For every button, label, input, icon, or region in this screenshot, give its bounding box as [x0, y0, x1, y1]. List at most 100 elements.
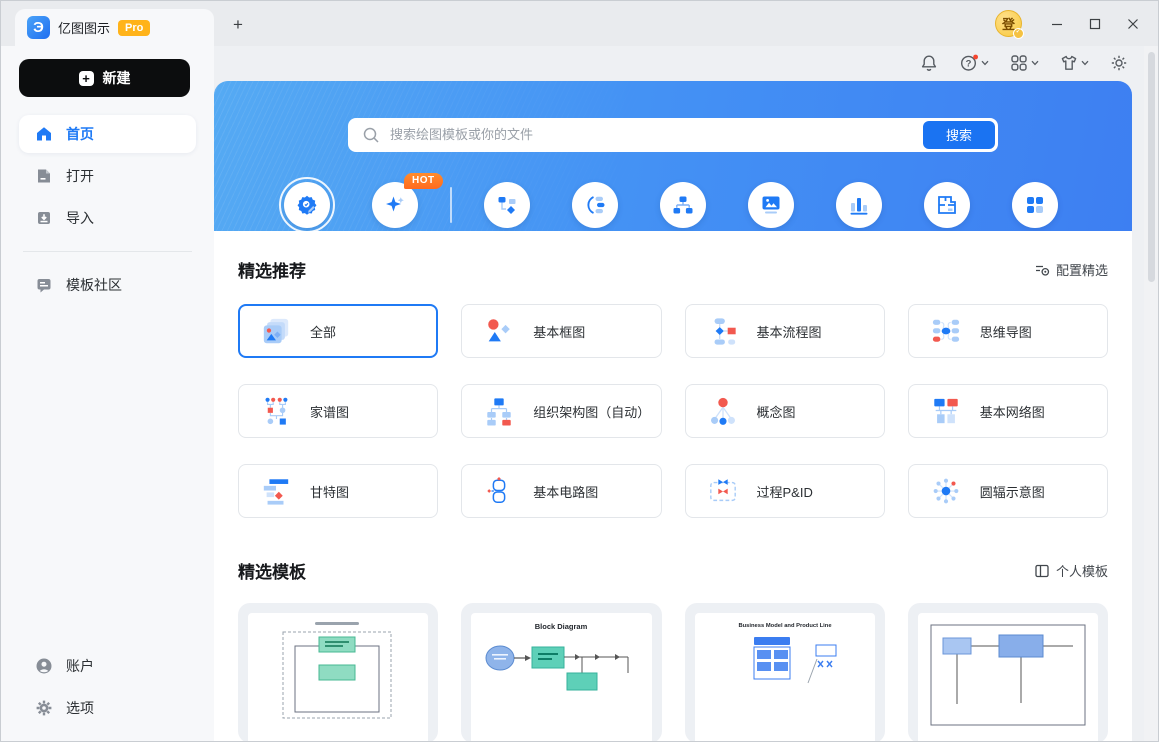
template-preview-thumbnail: Business Model and Product Line — [695, 613, 875, 742]
main-area: ? 搜索 精选推荐HOT亿图AI流程图思维导图架构图常用图示图表房屋平面图更多 … — [214, 46, 1158, 742]
template-type-card[interactable]: 组织架构图（自动） — [461, 384, 661, 438]
featured-cards: 全部 基本框图 基本流程图思维导图家谱图 组织架构图（自动） 概念图基本网络图甘特图基本… — [238, 304, 1108, 518]
new-document-button[interactable]: + 新建 — [19, 59, 190, 97]
personal-templates-label: 个人模板 — [1056, 561, 1108, 580]
category-circle — [748, 182, 794, 228]
close-button[interactable] — [1118, 9, 1148, 39]
scrollbar[interactable] — [1144, 46, 1158, 742]
template-previews: Block Diagram Business Model and Product … — [238, 603, 1108, 742]
template-preview[interactable] — [908, 603, 1108, 742]
help-button[interactable]: ? — [954, 49, 994, 77]
floorplan-icon — [936, 194, 958, 216]
category-ai[interactable]: HOT亿图AI — [357, 182, 433, 231]
category-circle: HOT — [372, 182, 418, 228]
titlebar: Э 亿图图示 Pro + 登 — [1, 1, 1158, 46]
new-tab-button[interactable]: + — [227, 14, 249, 36]
options-gear-icon — [35, 699, 53, 717]
search-input[interactable] — [348, 118, 998, 152]
template-type-card[interactable]: 基本网络图 — [908, 384, 1108, 438]
theme-button[interactable] — [1054, 49, 1094, 77]
sidebar-item-account[interactable]: 账户 — [19, 647, 196, 685]
featured-title: 精选推荐 — [238, 257, 306, 282]
category-chart[interactable]: 图表 — [821, 182, 897, 231]
template-type-card[interactable]: 家谱图 — [238, 384, 438, 438]
sidebar-nav: 首页打开导入模板社区 — [19, 115, 196, 304]
orgchart-icon — [672, 194, 694, 216]
category-row: 精选推荐HOT亿图AI 流程图思维导图架构图常用图示图表房屋平面图更多 — [214, 152, 1132, 231]
template-type-label: 基本框图 — [533, 322, 585, 341]
settings-button[interactable] — [1104, 49, 1134, 77]
scrollbar-thumb[interactable] — [1148, 52, 1155, 282]
template-type-card[interactable]: 基本框图 — [461, 304, 661, 358]
sidebar-item-community[interactable]: 模板社区 — [19, 266, 196, 304]
personal-templates-button[interactable]: 个人模板 — [1034, 561, 1108, 580]
template-type-card[interactable]: 全部 — [238, 304, 438, 358]
circuit-icon — [484, 476, 514, 506]
sidebar-item-label: 打开 — [66, 166, 94, 186]
category-circle — [924, 182, 970, 228]
template-type-card[interactable]: 基本流程图 — [685, 304, 885, 358]
template-preview-thumbnail — [248, 613, 428, 742]
close-icon — [1129, 19, 1138, 28]
category-divider — [450, 187, 452, 223]
template-type-card[interactable]: 基本电路图 — [461, 464, 661, 518]
pid-icon — [708, 476, 738, 506]
category-floorplan[interactable]: 房屋平面图 — [909, 182, 985, 231]
sidebar-item-import[interactable]: 导入 — [19, 199, 196, 237]
template-type-card[interactable]: 思维导图 — [908, 304, 1108, 358]
minimize-button[interactable] — [1042, 9, 1072, 39]
sidebar-item-options-gear[interactable]: 选项 — [19, 689, 196, 727]
flowchart-icon — [496, 194, 518, 216]
hot-badge: HOT — [404, 173, 443, 189]
sidebar-item-home[interactable]: 首页 — [19, 115, 196, 153]
configure-featured-label: 配置精选 — [1056, 260, 1108, 279]
template-type-label: 圆辐示意图 — [980, 482, 1045, 501]
theme-icon — [1059, 53, 1079, 73]
template-type-label: 家谱图 — [310, 402, 349, 421]
account-icon — [35, 657, 53, 675]
template-type-card[interactable]: 圆辐示意图 — [908, 464, 1108, 518]
templates-title: 精选模板 — [238, 558, 306, 583]
svg-text:Business Model and Product Lin: Business Model and Product Line — [738, 623, 832, 629]
org-auto-icon — [484, 396, 514, 426]
app-title: 亿图图示 — [58, 18, 110, 37]
category-circle — [572, 182, 618, 228]
app-tab[interactable]: Э 亿图图示 Pro — [15, 9, 214, 46]
chevron-down-icon — [1081, 60, 1089, 66]
notifications-button[interactable] — [914, 49, 944, 77]
hero-banner: 搜索 精选推荐HOT亿图AI 流程图思维导图架构图常用图示图表房屋平面图更多 — [214, 81, 1132, 231]
settings-icon — [1109, 53, 1129, 73]
search-button[interactable]: 搜索 — [923, 121, 995, 149]
sidebar-divider — [23, 251, 192, 252]
app-window: Э 亿图图示 Pro + 登 + 新建 首页打开导入模板社区 账户选项 ? — [0, 0, 1159, 742]
sidebar-item-label: 选项 — [66, 698, 94, 718]
category-featured[interactable]: 精选推荐 — [269, 182, 345, 231]
template-preview[interactable]: Block Diagram — [461, 603, 661, 742]
chart-icon — [848, 194, 870, 216]
ai-sparkle-icon — [384, 194, 406, 216]
radial-icon — [931, 476, 961, 506]
category-orgchart[interactable]: 架构图 — [645, 182, 721, 231]
basic-block-icon — [484, 316, 514, 346]
category-more[interactable]: 更多 — [997, 182, 1073, 231]
category-flowchart[interactable]: 流程图 — [469, 182, 545, 231]
concept-map-icon — [708, 396, 738, 426]
app-logo-icon: Э — [27, 16, 50, 39]
sidebar-item-open-file[interactable]: 打开 — [19, 157, 196, 195]
search-icon — [362, 126, 380, 144]
template-type-card[interactable]: 过程P&ID — [685, 464, 885, 518]
template-type-card[interactable]: 甘特图 — [238, 464, 438, 518]
configure-featured-button[interactable]: 配置精选 — [1034, 260, 1108, 279]
category-common[interactable]: 常用图示 — [733, 182, 809, 231]
avatar[interactable]: 登 — [995, 10, 1022, 37]
maximize-button[interactable] — [1080, 9, 1110, 39]
template-preview-thumbnail — [918, 613, 1098, 742]
template-preview[interactable] — [238, 603, 438, 742]
apps-button[interactable] — [1004, 49, 1044, 77]
category-mindmap[interactable]: 思维导图 — [557, 182, 633, 231]
sidebar-item-label: 账户 — [66, 656, 94, 676]
template-type-card[interactable]: 概念图 — [685, 384, 885, 438]
maximize-icon — [1091, 19, 1100, 28]
template-preview[interactable]: Business Model and Product Line — [685, 603, 885, 742]
template-preview-thumbnail: Block Diagram — [471, 613, 651, 742]
